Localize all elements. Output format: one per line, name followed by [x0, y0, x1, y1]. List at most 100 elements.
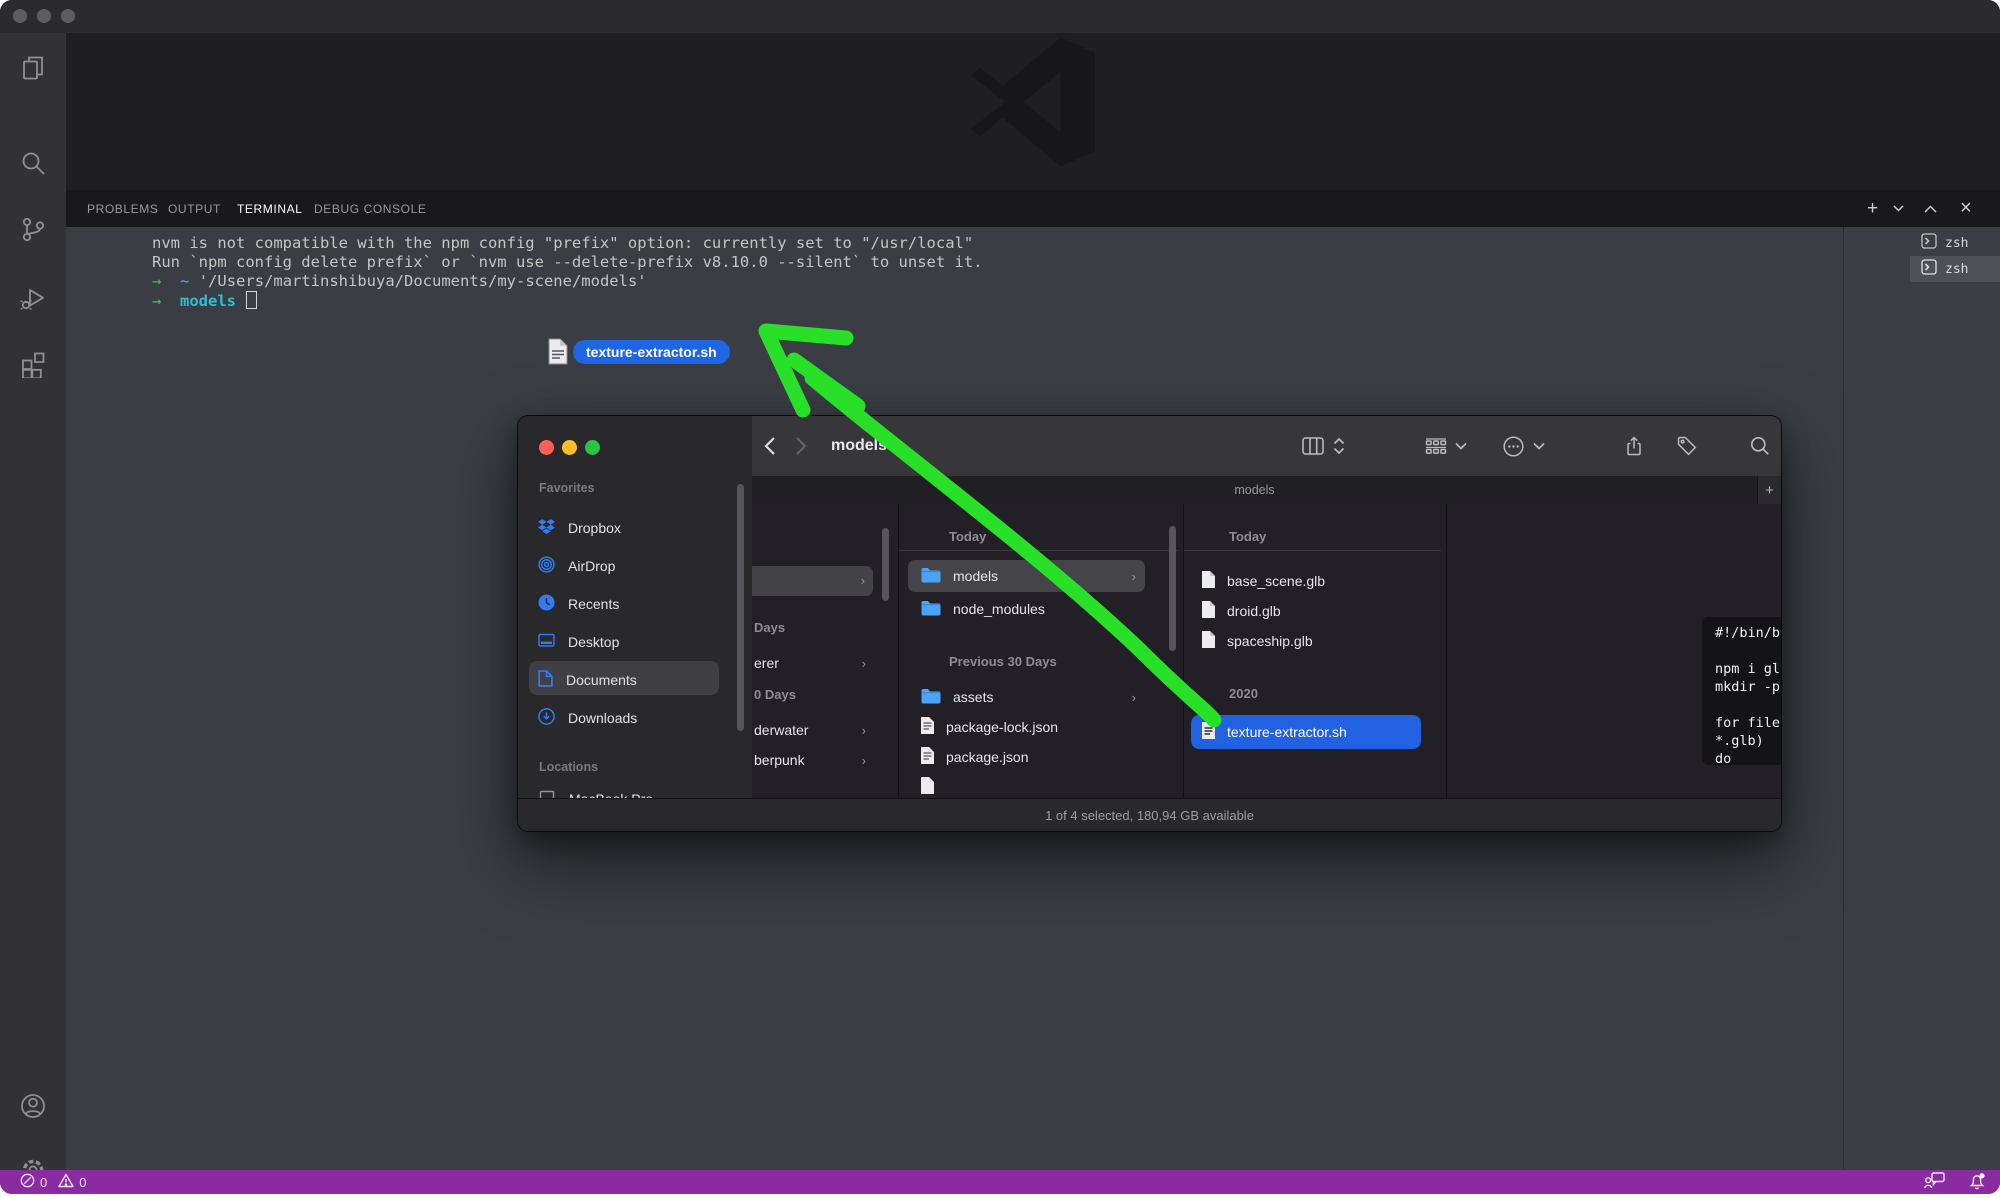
- code-line: #!/bin/bash: [1715, 624, 1781, 642]
- sidebar-item-desktop[interactable]: Desktop: [538, 625, 619, 659]
- forward-icon[interactable]: [795, 416, 807, 476]
- feedback-icon[interactable]: [1924, 1172, 1946, 1192]
- file-label: base_scene.glb: [1227, 573, 1325, 589]
- terminal-session-item[interactable]: zsh: [1910, 230, 2000, 256]
- folder-label: derwater: [754, 722, 808, 738]
- dropbox-icon: [538, 519, 555, 538]
- column-b-item-partial[interactable]: [920, 772, 1136, 798]
- tab-debug-console[interactable]: DEBUG CONSOLE: [314, 190, 427, 227]
- finder-tab[interactable]: models: [752, 476, 1757, 504]
- column-c-item[interactable]: droid.glb: [1201, 596, 1425, 626]
- finder-toolbar: models: [752, 416, 1781, 476]
- back-icon[interactable]: [764, 416, 776, 476]
- column-b-item[interactable]: package-lock.json: [920, 712, 1136, 742]
- problems-status[interactable]: 0 0: [20, 1173, 86, 1191]
- dragged-file-icon[interactable]: [548, 338, 568, 370]
- notifications-bell-icon[interactable]: [1968, 1172, 1986, 1193]
- divider: [899, 550, 1178, 551]
- column-c-header: 2020: [1229, 686, 1258, 701]
- folder-label: erer: [754, 655, 779, 671]
- run-debug-icon[interactable]: [0, 276, 66, 320]
- explorer-icon[interactable]: [0, 46, 66, 90]
- finder-window-title: models: [831, 416, 887, 476]
- finder-minimize-icon[interactable]: [562, 440, 577, 455]
- new-tab-plus-icon[interactable]: +: [1757, 476, 1781, 504]
- column-b-item-selected[interactable]: models›: [920, 561, 1136, 591]
- sidebar-scrollbar[interactable]: [737, 484, 744, 731]
- code-line: npm i gltf-pipeline -g: [1715, 660, 1781, 678]
- sidebar-item-downloads[interactable]: Downloads: [538, 701, 637, 735]
- chevron-down-icon[interactable]: [1533, 416, 1545, 476]
- file-label: package-lock.json: [946, 719, 1058, 735]
- warning-count: 0: [79, 1175, 86, 1190]
- downloads-icon: [538, 708, 555, 728]
- file-label: texture-extractor.sh: [1227, 724, 1347, 740]
- errors-icon: [20, 1173, 35, 1191]
- column-view-icon[interactable]: [1302, 416, 1324, 476]
- column-b-item[interactable]: node_modules: [920, 594, 1136, 624]
- group-by-icon[interactable]: [1425, 416, 1447, 476]
- column-b-item[interactable]: assets›: [920, 682, 1136, 712]
- column-a-item[interactable]: erer›: [754, 648, 866, 678]
- more-actions-icon[interactable]: [1503, 416, 1524, 476]
- sidebar-item-recents[interactable]: Recents: [538, 587, 619, 621]
- finder-tab-bar: models +: [752, 476, 1781, 505]
- sidebar-item-documents[interactable]: Documents: [538, 663, 637, 697]
- tags-icon[interactable]: [1677, 416, 1697, 476]
- tab-output[interactable]: OUTPUT: [168, 190, 221, 227]
- folder-icon: [920, 687, 942, 707]
- shell-file-icon: [1201, 721, 1216, 743]
- finder-window[interactable]: Favorites Dropbox AirDrop Recents Deskto…: [517, 415, 1782, 832]
- recents-clock-icon: [538, 594, 555, 614]
- column-c-item-selected[interactable]: texture-extractor.sh: [1201, 717, 1413, 747]
- dragged-file-label[interactable]: texture-extractor.sh: [573, 340, 730, 364]
- chevron-down-icon[interactable]: [1455, 416, 1467, 476]
- sidebar-item-airdrop[interactable]: AirDrop: [538, 549, 615, 583]
- terminal-session-item-selected[interactable]: zsh: [1910, 256, 2000, 282]
- column-c-item[interactable]: base_scene.glb: [1201, 566, 1425, 596]
- code-line: do: [1715, 750, 1731, 765]
- extensions-icon[interactable]: [0, 341, 66, 385]
- new-terminal-dropdown-icon[interactable]: [1893, 190, 1904, 227]
- documents-icon: [538, 670, 553, 690]
- search-icon[interactable]: [1750, 416, 1770, 476]
- terminal-command: '/Users/martinshibuya/Documents/my-scene…: [199, 272, 647, 290]
- terminal-icon: [1921, 233, 1937, 253]
- divider: [1184, 550, 1441, 551]
- search-icon[interactable]: [0, 141, 66, 185]
- traffic-minimize-icon[interactable]: [37, 9, 51, 23]
- share-icon[interactable]: [1624, 416, 1644, 476]
- sidebar-section-locations: Locations: [539, 760, 598, 774]
- sidebar-item-dropbox[interactable]: Dropbox: [538, 511, 621, 545]
- more-button[interactable]: More...: [1702, 729, 1781, 745]
- column-a-scrollbar[interactable]: [882, 528, 889, 601]
- traffic-zoom-icon[interactable]: [61, 9, 75, 23]
- view-updown-chevrons-icon[interactable]: [1333, 416, 1345, 476]
- account-icon[interactable]: [0, 1084, 66, 1128]
- close-panel-icon[interactable]: ×: [1960, 190, 1972, 227]
- file-label: droid.glb: [1227, 603, 1281, 619]
- tab-terminal[interactable]: TERMINAL: [237, 190, 302, 228]
- finder-close-icon[interactable]: [539, 440, 554, 455]
- new-terminal-plus-icon[interactable]: +: [1867, 190, 1878, 227]
- terminal-line: → models: [152, 291, 257, 312]
- column-b-item[interactable]: package.json: [920, 742, 1136, 772]
- terminal-line: Run `npm config delete prefix` or `nvm u…: [152, 253, 983, 273]
- column-c-item[interactable]: spaceship.glb: [1201, 626, 1425, 656]
- prompt-arrow: →: [152, 292, 161, 310]
- column-a-item[interactable]: derwater›: [754, 715, 866, 745]
- source-control-icon[interactable]: [0, 207, 66, 251]
- maximize-panel-icon[interactable]: [1924, 190, 1937, 227]
- tab-problems[interactable]: PROBLEMS: [87, 190, 159, 227]
- column-a-item[interactable]: berpunk›: [754, 745, 866, 775]
- column-a-selected-row[interactable]: ›: [752, 566, 873, 596]
- finder-zoom-icon[interactable]: [585, 440, 600, 455]
- column-a-header: Days: [754, 620, 785, 635]
- file-label: spaceship.glb: [1227, 633, 1313, 649]
- prompt-dir: models: [180, 292, 236, 310]
- column-b-scrollbar[interactable]: [1169, 526, 1176, 651]
- file-icon: [920, 746, 935, 768]
- traffic-close-icon[interactable]: [13, 9, 27, 23]
- panel-splitter[interactable]: [1843, 227, 1844, 1172]
- file-icon: [1201, 630, 1216, 652]
